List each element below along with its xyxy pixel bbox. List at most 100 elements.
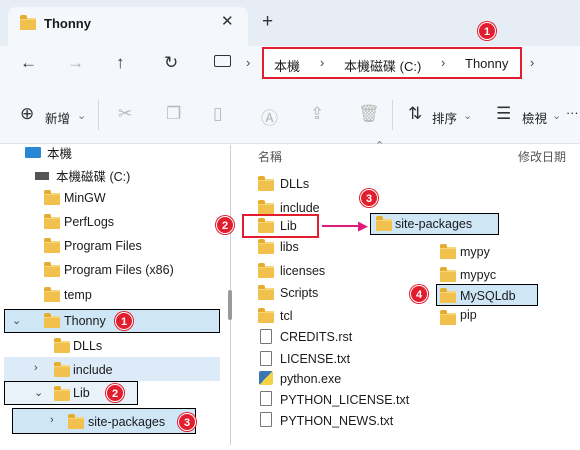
breadcrumb-expand[interactable]: › [530, 55, 534, 70]
folder-icon [44, 262, 60, 277]
scrollbar-thumb[interactable] [228, 290, 232, 320]
folder-icon [440, 310, 456, 325]
annotation-badge-3: 3 [360, 189, 378, 207]
tree-item-mingw[interactable]: MinGW [64, 187, 106, 209]
tree-item-site-packages-label: site-packages [88, 415, 166, 429]
annotation-badge-1: 1 [115, 312, 133, 330]
list-item-libs[interactable]: libs [280, 240, 299, 254]
forward-icon[interactable]: → [67, 53, 84, 73]
more-options-button[interactable]: ··· [566, 106, 579, 120]
annotation-badge-2: 2 [216, 216, 234, 234]
folder-icon [258, 285, 274, 300]
tab-title: Thonny [44, 16, 91, 31]
delete-icon[interactable]: 🗑 [358, 104, 380, 124]
up-icon[interactable]: ↑ [116, 53, 125, 73]
folder-icon [258, 176, 274, 191]
folder-icon [54, 338, 70, 353]
folder-icon [44, 190, 60, 205]
list-item-tcl[interactable]: tcl [280, 309, 293, 323]
sort-button[interactable]: 排序 [432, 108, 457, 127]
list-item-python-exe[interactable]: python.exe [280, 372, 341, 386]
tree-item-local-disk[interactable]: 本機磁碟 (C:) [56, 166, 130, 188]
tree-item-program-files[interactable]: Program Files [64, 235, 142, 257]
rename-icon[interactable]: Ⓐ [261, 104, 278, 129]
computer-icon[interactable] [214, 55, 231, 67]
tree-item-this-pc[interactable]: 本機 [47, 143, 72, 165]
arrow-head-icon: ▶ [358, 218, 368, 233]
refresh-icon[interactable]: ↻ [164, 53, 178, 73]
new-tab-button[interactable]: + [262, 11, 273, 33]
annotation-badge-1: 1 [478, 22, 496, 40]
breadcrumb-local-disk[interactable]: 本機磁碟 (C:) [344, 56, 421, 75]
site-packages-label: site-packages [395, 217, 473, 231]
folder-icon [258, 308, 274, 323]
copy-icon[interactable]: ❐ [166, 104, 181, 124]
breadcrumb-separator: › [441, 55, 446, 70]
chevron-right-icon[interactable]: › [34, 362, 38, 374]
command-bar [0, 84, 580, 144]
document-icon [260, 329, 272, 344]
paste-icon[interactable]: ▯ [213, 104, 222, 124]
drive-icon [35, 172, 49, 180]
close-tab-button[interactable]: ✕ [221, 12, 234, 30]
folder-icon [54, 386, 70, 401]
list-item-python-license[interactable]: PYTHON_LICENSE.txt [280, 393, 409, 407]
list-item-lib-label: Lib [280, 219, 297, 233]
tree-item-program-files-x86[interactable]: Program Files (x86) [64, 259, 174, 281]
subfolder-mypyc[interactable]: mypyc [460, 268, 496, 282]
breadcrumb-thonny[interactable]: Thonny [465, 56, 508, 71]
tree-item-thonny[interactable] [4, 309, 220, 333]
chevron-down-icon: ⌄ [552, 110, 562, 122]
breadcrumb-this-pc[interactable]: 本機 [274, 56, 300, 75]
chevron-down-icon[interactable]: ⌄ [34, 386, 43, 399]
view-icon[interactable]: ☰ [496, 104, 511, 124]
chevron-up-icon: ⌃ [375, 140, 385, 152]
breadcrumb-separator: › [246, 55, 251, 70]
chevron-down-icon: ⌄ [77, 110, 87, 122]
folder-icon [440, 267, 456, 282]
back-icon[interactable]: ← [20, 53, 37, 73]
subfolder-pip[interactable]: pip [460, 308, 477, 322]
list-item-license[interactable]: LICENSE.txt [280, 352, 350, 366]
folder-icon [20, 15, 36, 30]
list-item-scripts[interactable]: Scripts [280, 286, 318, 300]
folder-icon [54, 362, 70, 377]
column-header-name[interactable]: 名稱 [258, 148, 282, 165]
folder-icon [376, 216, 392, 231]
cut-icon[interactable]: ✂ [118, 104, 132, 124]
chevron-down-icon[interactable]: ⌄ [12, 314, 21, 327]
annotation-badge-2: 2 [106, 384, 124, 402]
divider [392, 100, 393, 130]
folder-icon [44, 238, 60, 253]
list-item-dlls[interactable]: DLLs [280, 177, 309, 191]
chevron-down-icon: ⌄ [463, 110, 473, 122]
document-icon [260, 351, 272, 366]
sort-icon[interactable]: ⇅ [408, 104, 422, 124]
tree-item-temp[interactable]: temp [64, 284, 92, 306]
list-item-licenses[interactable]: licenses [280, 264, 325, 278]
chevron-right-icon[interactable]: › [50, 414, 54, 426]
computer-icon [25, 147, 41, 158]
list-item-credits[interactable]: CREDITS.rst [280, 330, 352, 344]
tree-item-perflogs[interactable]: PerfLogs [64, 211, 114, 233]
folder-icon [68, 414, 84, 429]
view-button[interactable]: 檢視 [522, 108, 547, 127]
subfolder-mypy[interactable]: mypy [460, 245, 490, 259]
folder-icon [44, 287, 60, 302]
folder-icon [258, 218, 274, 233]
subfolder-mysqldb-label: MySQLdb [460, 289, 516, 303]
column-header-modified[interactable]: 修改日期 [518, 148, 566, 165]
plus-circle-icon[interactable]: ⊕ [20, 104, 34, 124]
folder-icon [258, 239, 274, 254]
folder-icon [44, 214, 60, 229]
tree-item-include-label: include [73, 363, 113, 377]
list-item-python-news[interactable]: PYTHON_NEWS.txt [280, 414, 393, 428]
folder-icon [44, 313, 60, 328]
list-item-include[interactable]: include [280, 201, 320, 215]
annotation-badge-3: 3 [178, 413, 196, 431]
folder-icon [440, 288, 456, 303]
new-button[interactable]: 新增 [45, 108, 70, 127]
folder-icon [440, 244, 456, 259]
tree-item-dlls[interactable]: DLLs [73, 335, 102, 357]
share-icon[interactable]: ⇪ [310, 104, 324, 124]
